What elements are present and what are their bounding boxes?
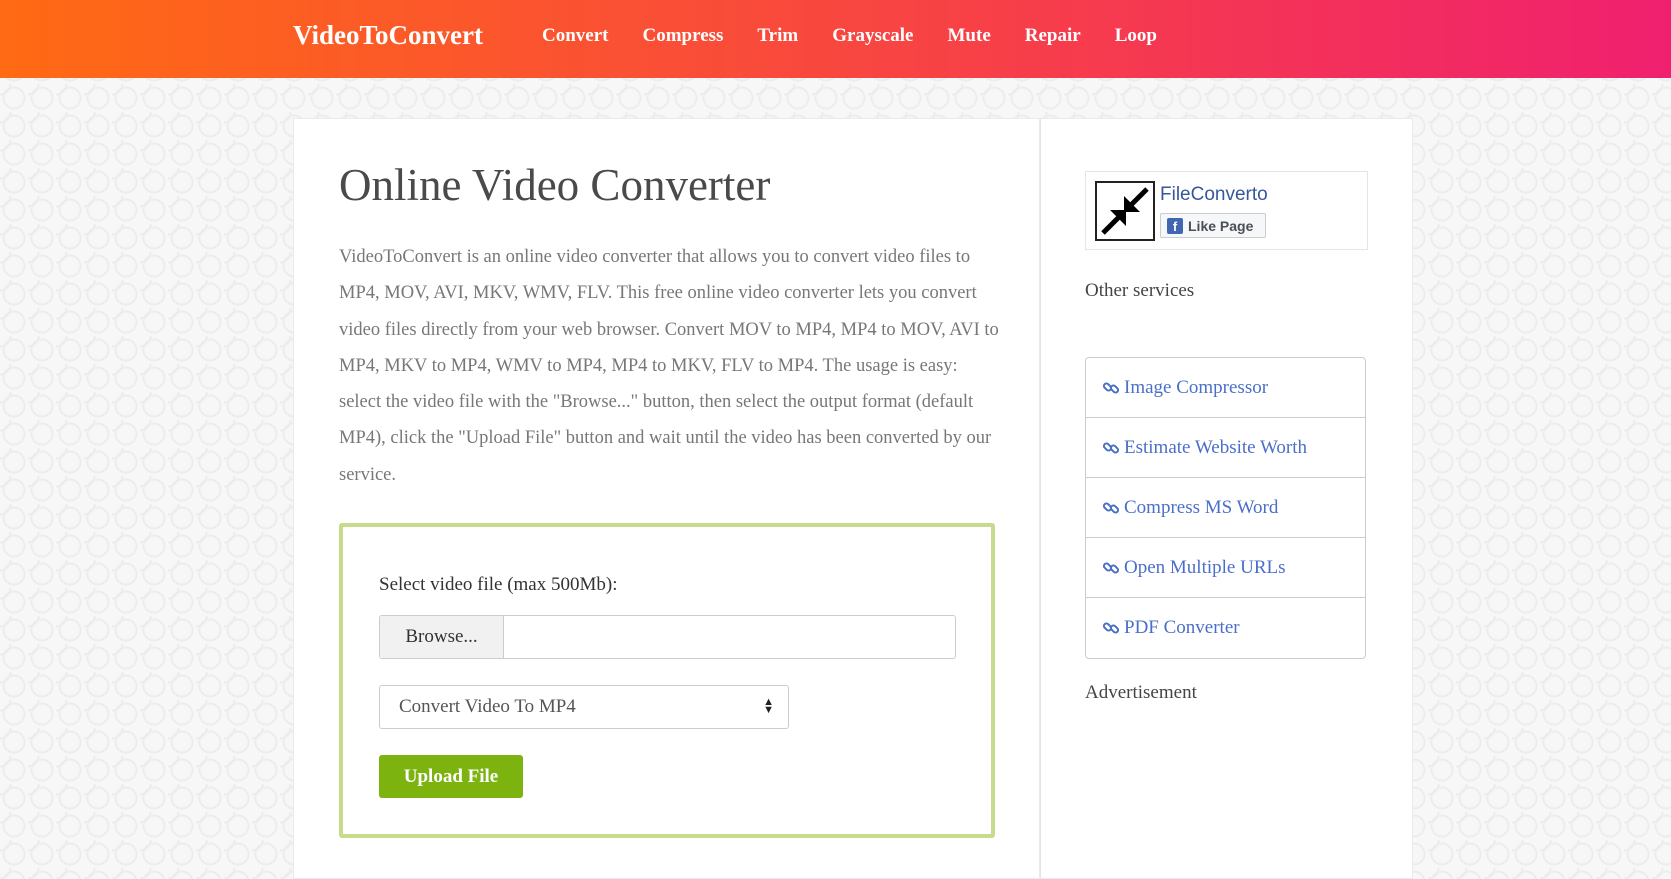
compress-arrows-logo-icon[interactable] <box>1095 181 1155 241</box>
file-input-group[interactable]: Browse... <box>379 615 956 659</box>
intro-text: VideoToConvert is an online video conver… <box>339 247 999 485</box>
browse-button[interactable]: Browse... <box>380 616 504 658</box>
advertisement-heading: Advertisement <box>1085 682 1197 703</box>
list-item: Estimate Website Worth <box>1086 418 1365 478</box>
nav-compress[interactable]: Compress <box>642 25 723 47</box>
upload-form-box: Select video file (max 500Mb): Browse...… <box>339 523 995 838</box>
nav-loop[interactable]: Loop <box>1115 25 1157 47</box>
service-link-pdf-converter[interactable]: PDF Converter <box>1102 617 1240 639</box>
nav-trim[interactable]: Trim <box>757 25 798 47</box>
service-link-compress-ms-word[interactable]: Compress MS Word <box>1102 497 1278 519</box>
service-link-estimate-website-worth[interactable]: Estimate Website Worth <box>1102 437 1307 459</box>
link-icon <box>1102 381 1120 394</box>
top-navbar: VideoToConvert Convert Compress Trim Gra… <box>0 0 1671 78</box>
link-icon <box>1102 561 1120 574</box>
facebook-page-name[interactable]: FileConverto <box>1160 184 1268 206</box>
like-page-label: Like Page <box>1188 217 1254 234</box>
other-services-heading: Other services <box>1085 280 1195 301</box>
output-format-select[interactable]: Convert Video To MP4 ▲ ▼ <box>379 685 789 729</box>
service-link-image-compressor[interactable]: Image Compressor <box>1102 377 1268 399</box>
nav-mute[interactable]: Mute <box>948 25 991 47</box>
main-content: Online Video Converter VideoToConvert is… <box>293 118 1040 879</box>
select-arrows-icon: ▲ ▼ <box>763 696 774 716</box>
link-icon <box>1102 622 1120 634</box>
list-item: Compress MS Word <box>1086 478 1365 538</box>
nav-repair[interactable]: Repair <box>1025 25 1081 47</box>
list-item: Image Compressor <box>1086 358 1365 418</box>
selected-format-value: Convert Video To MP4 <box>399 696 576 717</box>
sidebar: FileConverto f Like Page Other services … <box>1040 118 1413 879</box>
nav-convert[interactable]: Convert <box>542 25 608 47</box>
services-list: Image Compressor Estimate Website Worth … <box>1085 357 1366 659</box>
facebook-page-widget: FileConverto f Like Page <box>1085 171 1368 250</box>
page-title: Online Video Converter <box>339 160 771 210</box>
list-item: PDF Converter <box>1086 598 1365 658</box>
list-item: Open Multiple URLs <box>1086 538 1365 598</box>
file-select-label: Select video file (max 500Mb): <box>379 574 618 595</box>
facebook-like-button[interactable]: f Like Page <box>1160 213 1266 238</box>
nav-grayscale[interactable]: Grayscale <box>832 25 913 47</box>
facebook-icon: f <box>1167 217 1183 234</box>
upload-file-button[interactable]: Upload File <box>379 755 523 798</box>
link-icon <box>1102 501 1120 514</box>
link-icon <box>1102 441 1120 454</box>
service-link-open-multiple-urls[interactable]: Open Multiple URLs <box>1102 557 1286 579</box>
file-name-field[interactable] <box>504 616 955 658</box>
main-nav: Convert Compress Trim Grayscale Mute Rep… <box>542 25 1157 47</box>
brand-logo-link[interactable]: VideoToConvert <box>293 20 483 51</box>
